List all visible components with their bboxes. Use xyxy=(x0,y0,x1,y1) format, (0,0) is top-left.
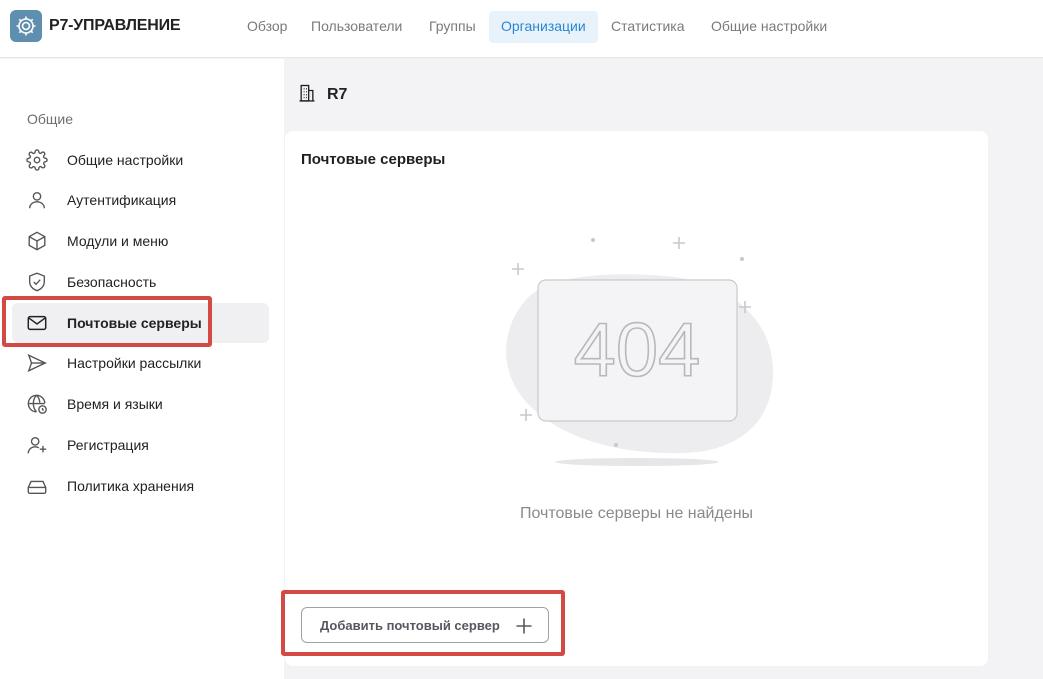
user-icon xyxy=(26,189,48,211)
storage-icon xyxy=(26,475,48,497)
sidebar-section-title: Общие xyxy=(27,111,74,127)
sidebar-item-general-settings[interactable]: Общие настройки xyxy=(12,140,269,180)
send-icon xyxy=(26,352,48,374)
sidebar-item-time-languages[interactable]: Время и языки xyxy=(12,384,269,424)
empty-state-message: Почтовые серверы не найдены xyxy=(519,505,754,522)
highlight-box-add-button xyxy=(281,590,565,656)
gear-icon xyxy=(26,149,48,171)
highlight-box-sidebar xyxy=(2,296,212,347)
sidebar-item-label: Модули и меню xyxy=(67,233,169,249)
card-title: Почтовые серверы xyxy=(301,151,446,168)
sidebar-item-label: Регистрация xyxy=(67,437,149,453)
sidebar-item-authentication[interactable]: Аутентификация xyxy=(12,180,269,220)
nav-users[interactable]: Пользователи xyxy=(299,11,414,43)
nav-organizations[interactable]: Организации xyxy=(489,11,598,43)
empty-state-illustration: 404 xyxy=(485,221,795,486)
app-brand: Р7-УПРАВЛЕНИЕ xyxy=(49,17,181,34)
sidebar-item-label: Безопасность xyxy=(67,274,157,290)
user-plus-icon xyxy=(26,434,48,456)
nav-groups[interactable]: Группы xyxy=(417,11,488,43)
sidebar-item-label: Время и языки xyxy=(67,396,163,412)
nav-statistics[interactable]: Статистика xyxy=(599,11,697,43)
top-header: Р7-УПРАВЛЕНИЕ Обзор Пользователи Группы … xyxy=(0,0,1043,58)
sidebar-item-label: Аутентификация xyxy=(67,192,177,208)
sidebar-item-registration[interactable]: Регистрация xyxy=(12,425,269,465)
illustration-404-text: 404 xyxy=(574,308,701,393)
organization-header: R7 xyxy=(297,84,347,106)
sidebar-item-retention-policy[interactable]: Политика хранения xyxy=(12,466,269,506)
app-logo-icon[interactable] xyxy=(10,10,42,42)
globe-clock-icon xyxy=(26,393,48,415)
sidebar-item-mailing-settings[interactable]: Настройки рассылки xyxy=(12,343,269,383)
organization-name: R7 xyxy=(327,86,348,103)
sidebar-item-label: Политика хранения xyxy=(67,478,195,494)
building-icon xyxy=(297,83,317,108)
cube-icon xyxy=(26,230,48,252)
sidebar-item-label: Настройки рассылки xyxy=(67,355,202,371)
nav-overview[interactable]: Обзор xyxy=(235,11,299,43)
sidebar-item-label: Общие настройки xyxy=(67,152,184,168)
nav-general-settings[interactable]: Общие настройки xyxy=(699,11,839,43)
sidebar: Общие Общие настройки Аутентификация Мод… xyxy=(0,59,284,679)
shield-check-icon xyxy=(26,271,48,293)
mail-servers-card: Почтовые серверы 404 Почтовые серверы не… xyxy=(285,131,988,666)
sidebar-item-modules[interactable]: Модули и меню xyxy=(12,221,269,261)
